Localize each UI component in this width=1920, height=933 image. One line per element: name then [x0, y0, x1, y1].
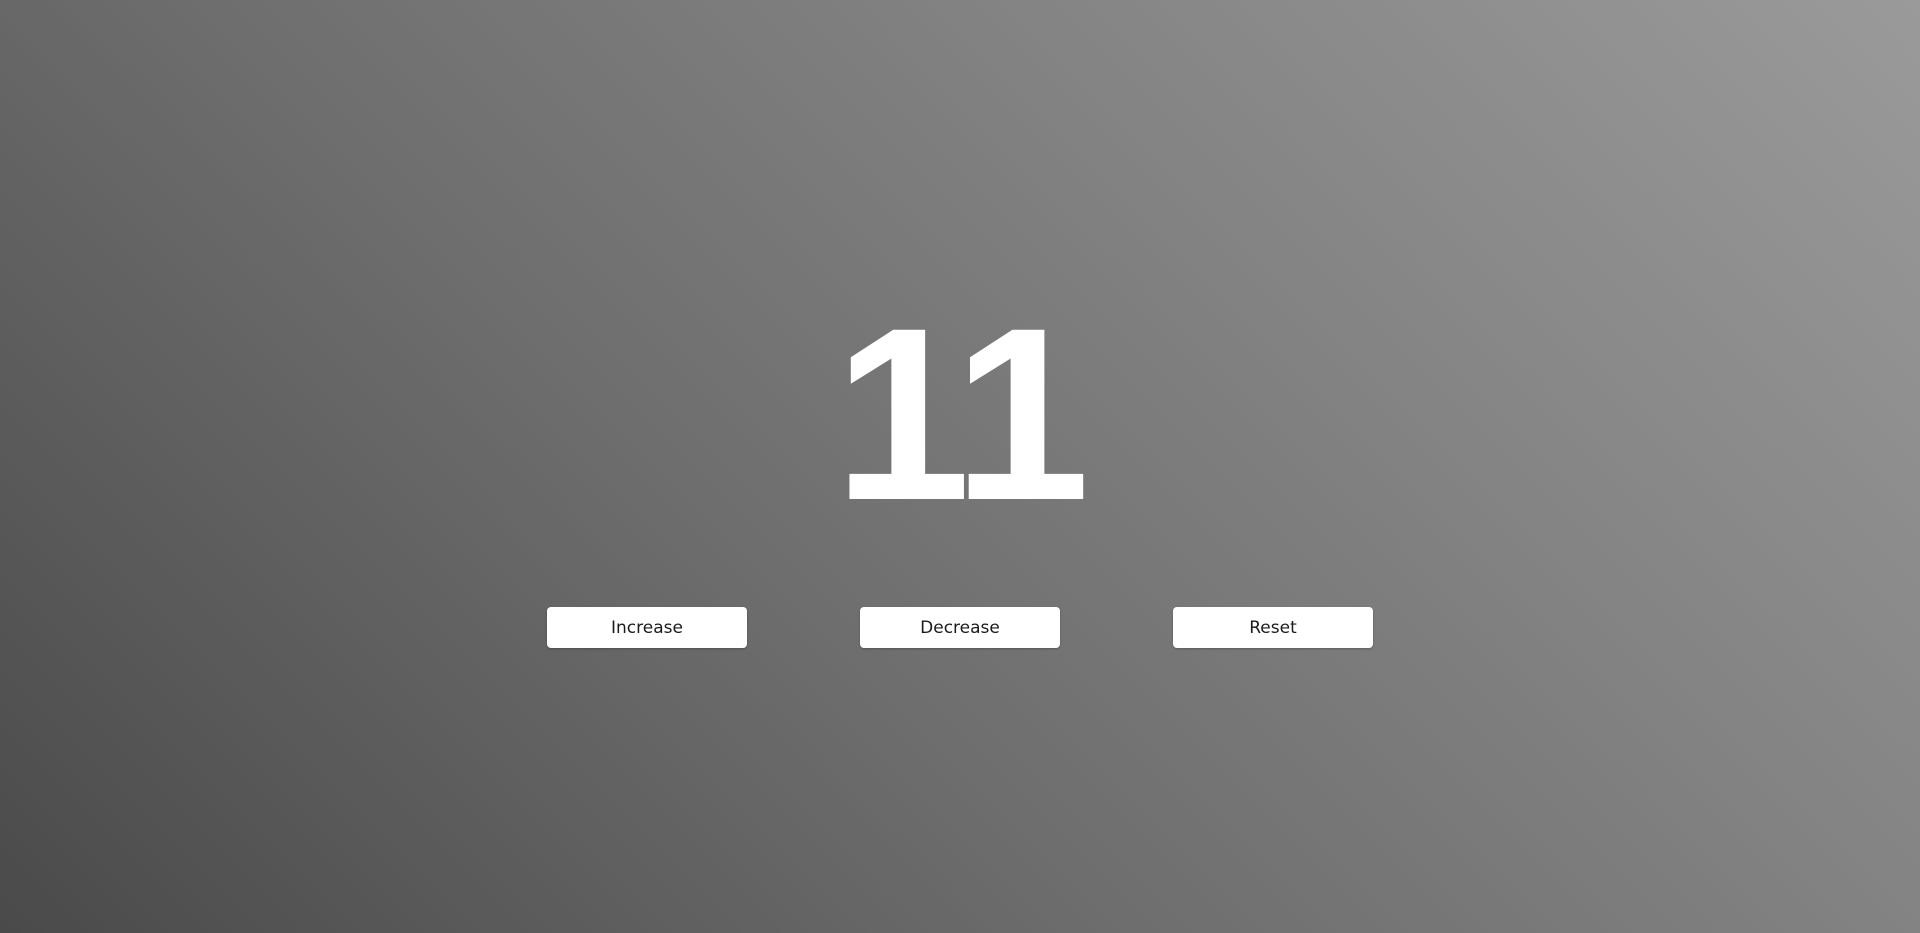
reset-button[interactable]: Reset	[1173, 607, 1373, 648]
increase-button[interactable]: Increase	[547, 607, 747, 648]
counter-value: 11	[833, 277, 1090, 552]
decrease-button[interactable]: Decrease	[860, 607, 1060, 648]
button-row: Increase Decrease Reset	[0, 607, 1920, 648]
